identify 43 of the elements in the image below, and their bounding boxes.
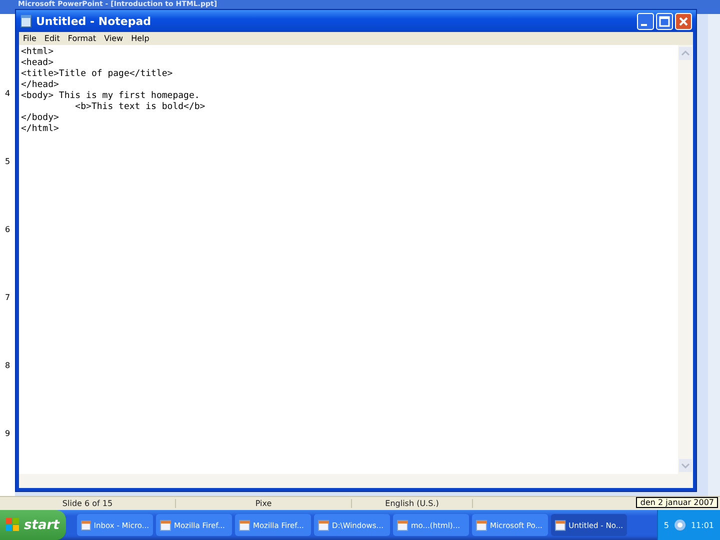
status-text: Slide 6 of 15 [0, 499, 176, 508]
window-icon [476, 520, 487, 530]
code-line: <head> [21, 58, 55, 69]
window-icon [397, 520, 408, 530]
window-icon [318, 520, 329, 530]
status-text: Pixe [176, 499, 352, 508]
scrollbar[interactable] [708, 14, 720, 496]
menu-item[interactable]: Edit [44, 34, 60, 43]
ruler-number: 6 [4, 224, 10, 235]
scroll-up-icon[interactable] [679, 47, 692, 60]
notepad-icon [20, 14, 32, 28]
windows-flag-icon [6, 518, 20, 532]
menu-item[interactable]: View [104, 34, 124, 43]
menu-item[interactable]: Help [131, 34, 150, 43]
vertical-scrollbar[interactable] [678, 45, 693, 474]
ruler-number: 8 [4, 360, 10, 371]
window-icon [555, 520, 566, 530]
window-icon [160, 520, 171, 530]
close-button[interactable] [675, 12, 692, 30]
ruler-number: 9 [4, 428, 10, 439]
date-tooltip: den 2 januar 2007 [636, 497, 718, 508]
tray-count: 5 [664, 520, 669, 530]
code-line: </body> [21, 113, 60, 124]
ruler-number: 5 [4, 156, 10, 167]
code-line: <body> This is my first homepage. [21, 91, 201, 102]
status-text: English (U.S.) [352, 499, 473, 508]
clock: 11:01 [690, 520, 714, 530]
code-line: <title>Title of page</title> [21, 69, 174, 80]
minimize-button[interactable] [637, 12, 654, 30]
code-line: </head> [21, 80, 60, 91]
window-icon [239, 520, 250, 530]
window-icon [81, 520, 91, 530]
code-line: <b>This text is bold</b> [74, 102, 206, 113]
horizontal-scrollbar[interactable] [19, 474, 693, 488]
code-line: </html> [21, 124, 60, 135]
menu-item[interactable]: Format [68, 34, 96, 43]
menu-item[interactable]: File [23, 34, 36, 43]
ruler-number: 7 [4, 292, 10, 303]
code-line: <html> [21, 47, 55, 58]
maximize-button[interactable] [656, 12, 673, 30]
scroll-down-icon[interactable] [679, 459, 692, 472]
window-title: Untitled - Notepad [36, 14, 152, 28]
ruler-number: 4 [4, 88, 10, 99]
